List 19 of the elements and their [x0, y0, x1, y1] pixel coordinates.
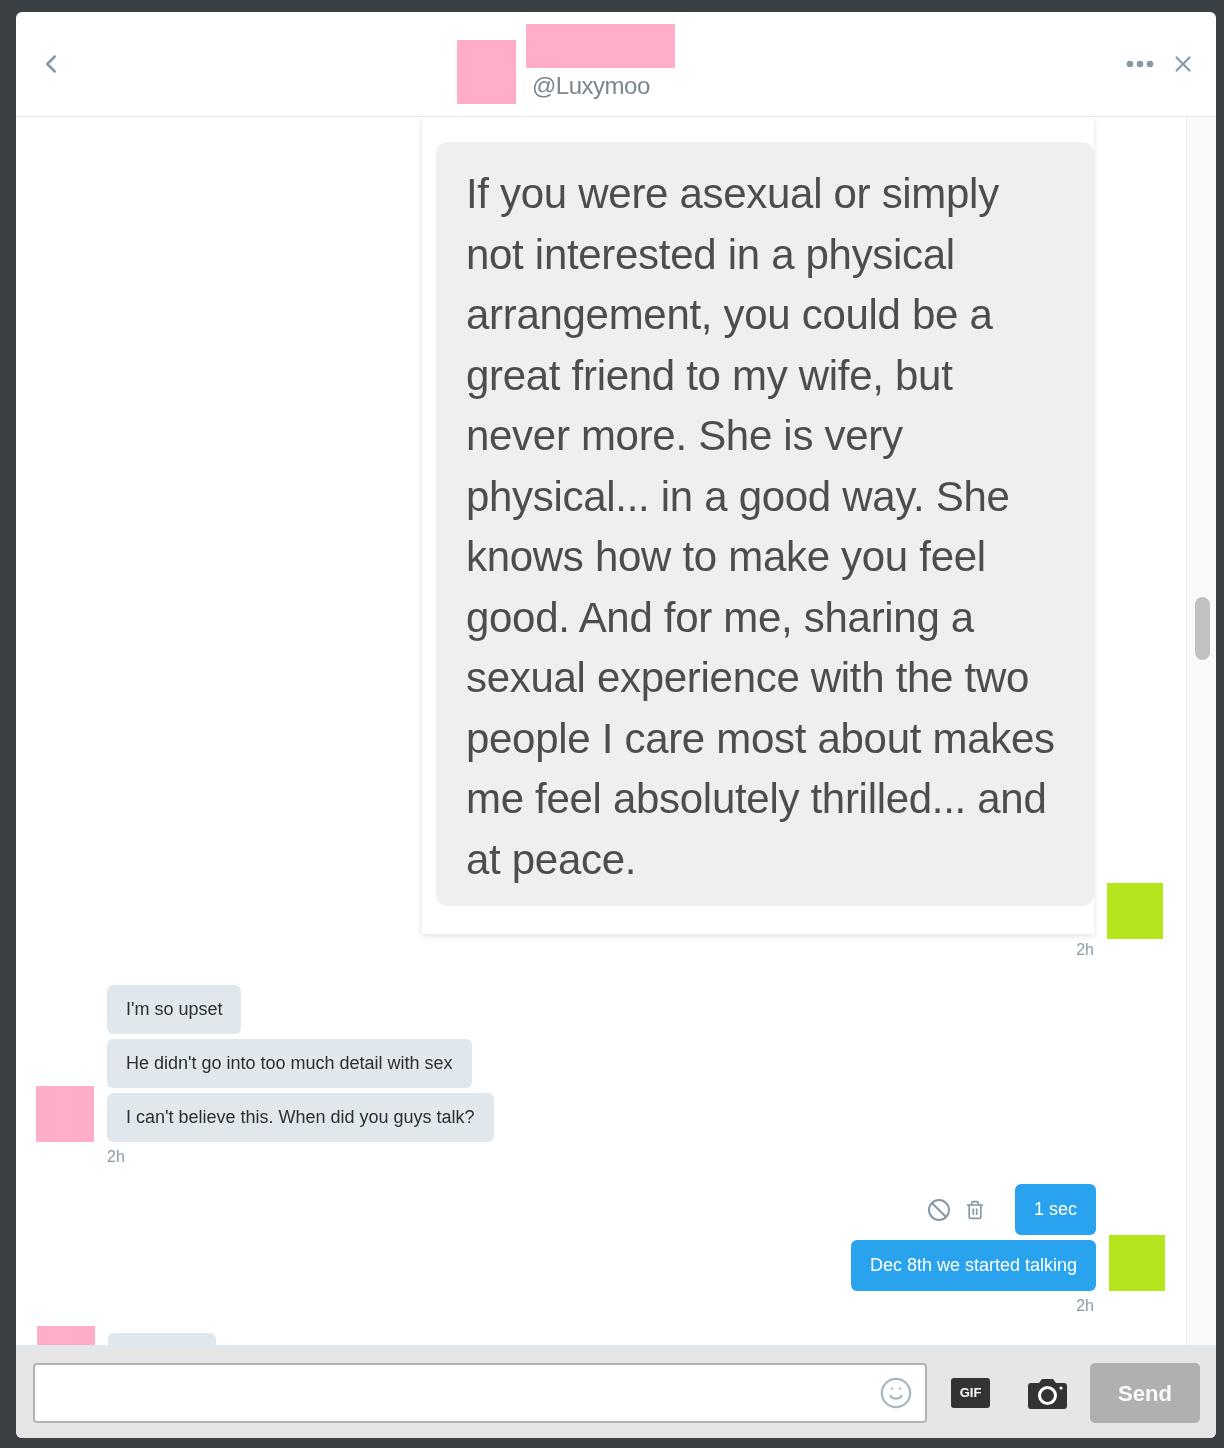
message-bubble: Dec 8th we started talking: [850, 1240, 1096, 1291]
scrollbar[interactable]: [1186, 117, 1216, 1345]
message-input[interactable]: [33, 1363, 927, 1423]
camera-icon[interactable]: [1028, 1377, 1067, 1409]
message-bubble: I'm so upset: [107, 985, 242, 1034]
more-icon[interactable]: [1126, 60, 1154, 68]
scrollbar-thumb[interactable]: [1195, 597, 1210, 660]
timestamp: 2h: [107, 1147, 125, 1167]
screenshot-text: If you were asexual or simply not interested in a physical arrangement, you could be a great friend to my wife, but never more. She is very physical... in a good way. She knows how to make you feel good. And for me, sharing a sexual experience with the two people I care most about makes me feel absolutely thrilled... and at peace.: [436, 142, 1094, 906]
timestamp: 2h: [1076, 1296, 1094, 1316]
trash-icon[interactable]: [964, 1199, 985, 1220]
message-bubble: He didn't go into too much detail with sex: [107, 1039, 472, 1088]
block-icon[interactable]: [926, 1197, 951, 1222]
gif-button[interactable]: GIF: [951, 1378, 990, 1408]
user-handle[interactable]: @Luxymoo: [532, 68, 650, 104]
timestamp: 2h: [1076, 940, 1094, 960]
message-bubble: I can't believe this. When did you guys talk?: [107, 1093, 494, 1142]
message-bubble: 1 sec: [1014, 1184, 1096, 1235]
emoji-icon[interactable]: [879, 1376, 913, 1410]
